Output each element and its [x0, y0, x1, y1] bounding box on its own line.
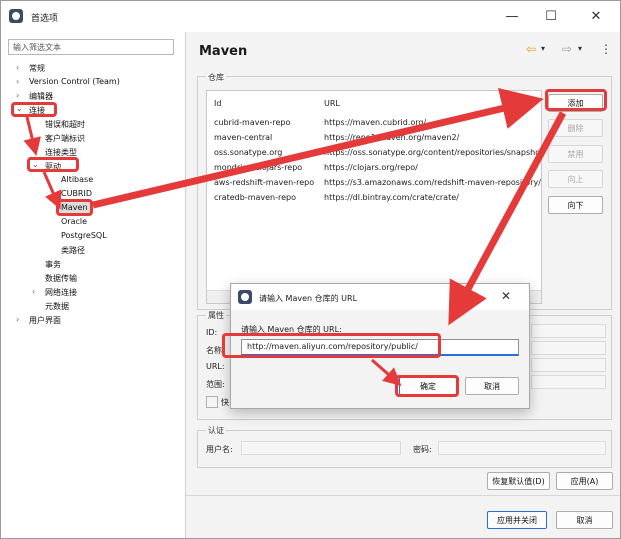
arrow-drivers-to-maven: [42, 171, 62, 210]
arrow-add-to-url: [448, 111, 567, 326]
arrow-maven-to-add: [92, 87, 544, 209]
arrow-connections-to-drivers: [23, 116, 41, 156]
annotation-arrows: [23, 87, 567, 386]
arrow-url-to-ok: [371, 358, 402, 386]
